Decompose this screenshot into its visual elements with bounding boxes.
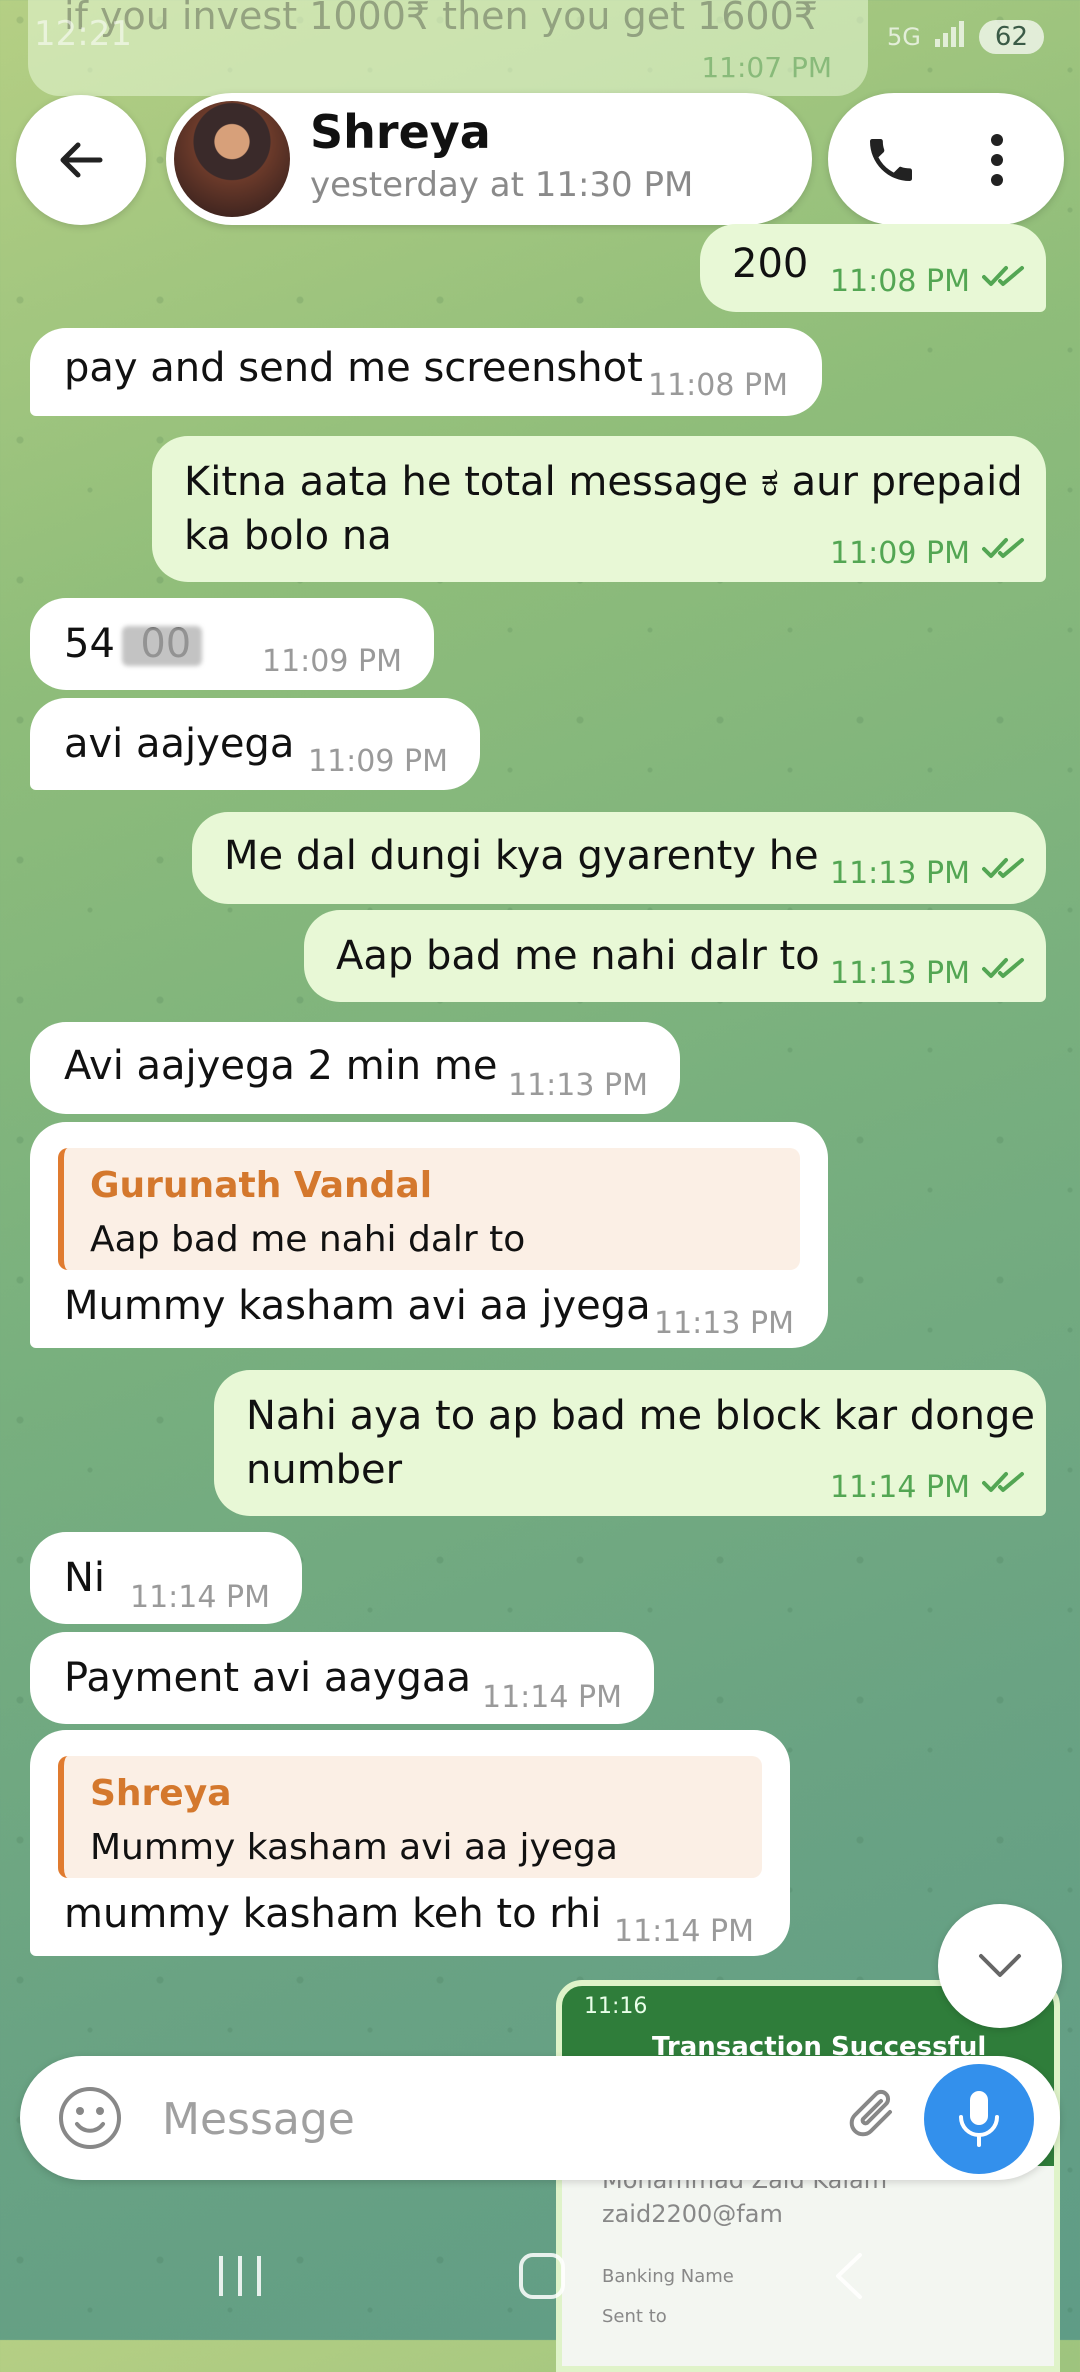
double-check-icon (982, 538, 1024, 558)
outgoing-message[interactable]: Me dal dungi kya gyarenty he 11:13 PM (192, 812, 1046, 904)
message-text: Payment avi aaygaa (64, 1655, 471, 1701)
incoming-message[interactable]: 54 00 11:09 PM (30, 598, 434, 690)
more-options-button[interactable] (962, 125, 1032, 195)
message-time: 11:14 PM (482, 1680, 622, 1715)
message-time: 11:09 PM (308, 744, 448, 779)
message-text: Ni (64, 1555, 106, 1601)
message-text: Aap bad me nahi dalr to (336, 933, 820, 979)
contact-header[interactable]: Shreya yesterday at 11:30 PM (166, 93, 812, 225)
paperclip-icon (849, 2089, 892, 2137)
voice-message-button[interactable] (924, 2064, 1034, 2174)
microphone-icon (959, 2091, 999, 2147)
incoming-message[interactable]: avi aajyega 11:09 PM (30, 698, 480, 790)
redacted-digits (122, 626, 202, 666)
message-text: avi aajyega (64, 721, 295, 767)
message-time: 11:13 PM (508, 1068, 648, 1103)
message-text: Avi aajyega 2 min me (64, 1043, 498, 1089)
double-check-icon (982, 858, 1024, 878)
message-text: Mummy kasham avi aa jyega (64, 1283, 651, 1329)
message-text: pay and send me screenshot (64, 345, 643, 391)
reply-author: Shreya (90, 1773, 232, 1814)
status-time: 12:21 (34, 14, 132, 54)
home-button[interactable] (512, 2246, 572, 2306)
message-time: 11:08 PM (830, 264, 970, 299)
outgoing-message[interactable]: Nahi aya to ap bad me block kar donge nu… (214, 1370, 1046, 1516)
incoming-message[interactable]: Avi aajyega 2 min me 11:13 PM (30, 1022, 680, 1114)
avatar[interactable] (174, 101, 290, 217)
signal-icon (934, 21, 965, 53)
reply-author: Gurunath Vandal (90, 1165, 433, 1206)
incoming-message[interactable]: Payment avi aaygaa 11:14 PM (30, 1632, 654, 1724)
recent-apps-button[interactable] (210, 2246, 270, 2306)
emoji-button[interactable] (56, 2084, 124, 2152)
message-text: Kitna aata he total message ಕ aur prepai… (184, 459, 1023, 505)
message-time: 11:14 PM (614, 1914, 754, 1949)
incoming-message-reply[interactable]: Gurunath Vandal Aap bad me nahi dalr to … (30, 1122, 828, 1348)
message-time: 11:14 PM (830, 1470, 970, 1505)
more-vertical-icon (991, 134, 1003, 186)
double-check-icon (982, 958, 1024, 978)
system-back-button[interactable] (818, 2246, 878, 2306)
outgoing-message[interactable]: 200 11:08 PM (700, 224, 1046, 312)
contact-name: Shreya (310, 105, 491, 159)
reply-quote[interactable]: Shreya Mummy kasham avi aa jyega (58, 1756, 762, 1878)
message-text: Me dal dungi kya gyarenty he (224, 833, 819, 879)
home-icon (519, 2253, 565, 2299)
back-button[interactable] (16, 95, 146, 225)
message-time: 11:13 PM (830, 856, 970, 891)
chevron-left-icon (836, 2253, 862, 2299)
outgoing-message[interactable]: Kitna aata he total message ಕ aur prepai… (152, 436, 1046, 582)
message-time: 11:08 PM (648, 368, 788, 403)
status-bar: 12:21 5G 62 (0, 0, 1080, 70)
reply-text: Mummy kasham avi aa jyega (90, 1827, 618, 1868)
reply-quote[interactable]: Gurunath Vandal Aap bad me nahi dalr to (58, 1148, 800, 1270)
incoming-message[interactable]: Ni 11:14 PM (30, 1532, 302, 1624)
message-input[interactable] (160, 2078, 824, 2160)
battery-indicator: 62 (978, 20, 1044, 54)
attach-button[interactable] (840, 2082, 910, 2152)
last-seen: yesterday at 11:30 PM (310, 165, 694, 205)
message-text-line-2: number (246, 1447, 403, 1493)
incoming-message-reply[interactable]: Shreya Mummy kasham avi aa jyega mummy k… (30, 1730, 790, 1956)
message-time: 11:13 PM (654, 1306, 794, 1341)
message-text: 200 (732, 241, 809, 287)
scroll-to-bottom-button[interactable] (938, 1904, 1062, 2028)
message-time: 11:09 PM (830, 536, 970, 571)
phone-icon (870, 139, 912, 181)
message-time: 11:09 PM (262, 644, 402, 679)
reply-text: Aap bad me nahi dalr to (90, 1219, 526, 1260)
system-navigation-bar (0, 2200, 1080, 2340)
message-text-line-2: ka bolo na (184, 513, 392, 559)
incoming-message[interactable]: pay and send me screenshot 11:08 PM (30, 328, 822, 416)
header-actions (828, 93, 1064, 225)
message-time: 11:13 PM (830, 956, 970, 991)
message-text: Nahi aya to ap bad me block kar donge (246, 1393, 1036, 1439)
arrow-left-icon (60, 142, 103, 178)
message-time: 11:14 PM (130, 1580, 270, 1615)
double-check-icon (982, 266, 1024, 286)
network-label: 5G (887, 23, 921, 51)
smiley-icon (59, 2087, 121, 2149)
chevron-down-icon (979, 1954, 1021, 1977)
message-text: mummy kasham keh to rhi (64, 1891, 602, 1937)
recents-icon (219, 2256, 261, 2296)
double-check-icon (982, 1472, 1024, 1492)
message-composer (20, 2056, 1060, 2180)
outgoing-message[interactable]: Aap bad me nahi dalr to 11:13 PM (304, 910, 1046, 1002)
call-button[interactable] (856, 125, 926, 195)
image-status-time: 11:16 (584, 1994, 648, 2019)
